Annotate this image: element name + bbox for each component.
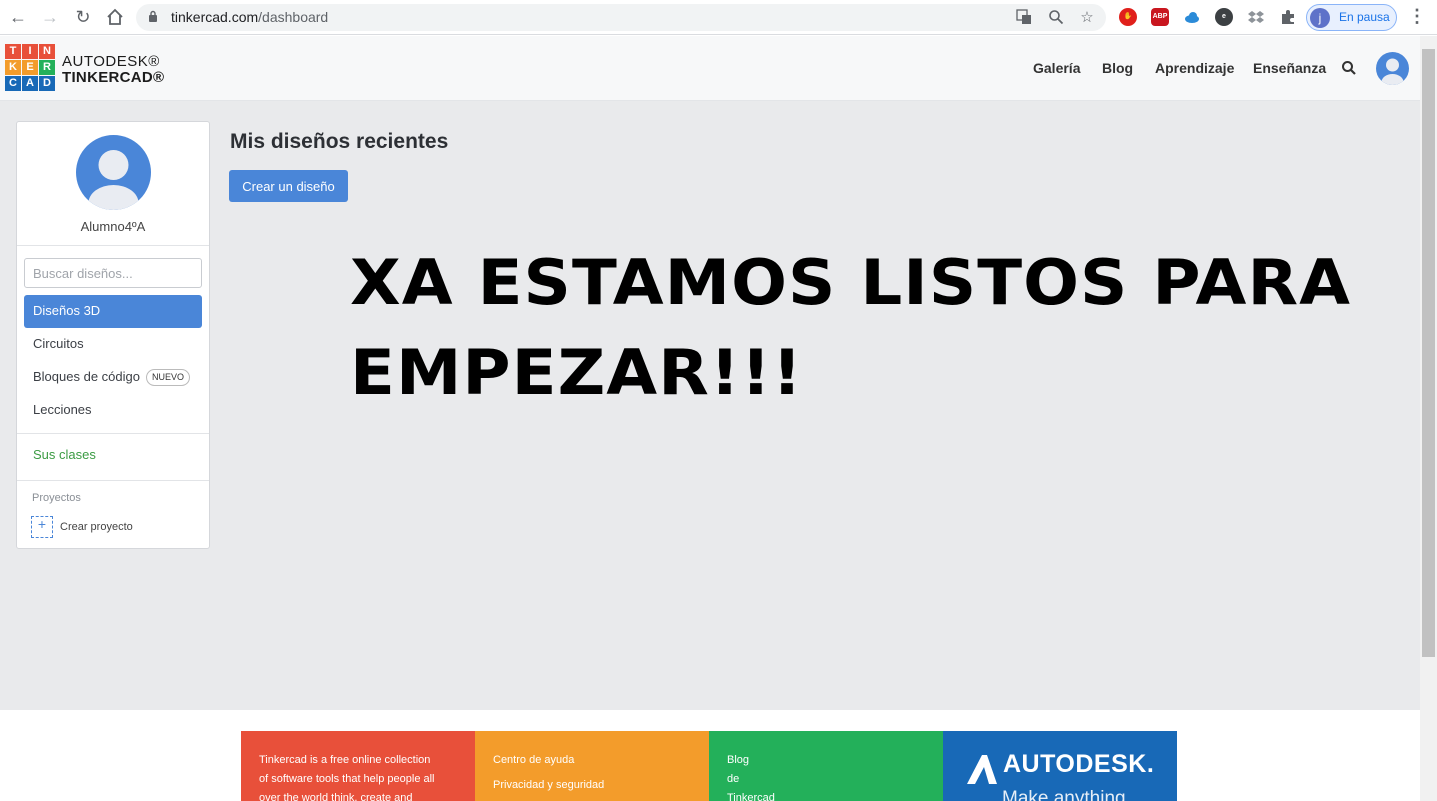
- url-text: tinkercad.com/dashboard: [171, 9, 328, 25]
- privacy-link[interactable]: Privacidad y seguridad: [493, 776, 691, 795]
- onedrive-icon[interactable]: [1183, 8, 1201, 26]
- logo-letter: C: [5, 76, 21, 91]
- sidebar-item-circuitos[interactable]: Circuitos: [24, 328, 202, 361]
- profile-avatar: j: [1310, 8, 1330, 28]
- divider: [17, 480, 209, 481]
- nav-aprendizaje[interactable]: Aprendizaje: [1155, 60, 1234, 76]
- bookmark-star-icon[interactable]: ☆: [1078, 9, 1096, 27]
- adblock-stop-icon[interactable]: ✋: [1119, 8, 1137, 26]
- page-scrollbar[interactable]: [1420, 36, 1437, 801]
- footer-autodesk[interactable]: AUTODESK. Make anything: [943, 731, 1177, 801]
- reload-icon[interactable]: ↻: [72, 6, 94, 28]
- logo-letter: R: [39, 60, 55, 75]
- browser-toolbar: ← → ↻ tinkercad.com/dashboard ☆ ✋ ABP e …: [0, 0, 1437, 35]
- username: Alumno4ºA: [80, 219, 146, 234]
- projects-label: Proyectos: [32, 492, 81, 504]
- abp-icon[interactable]: ABP: [1151, 8, 1169, 26]
- plus-icon[interactable]: +: [31, 516, 53, 538]
- nav-blog[interactable]: Blog: [1102, 60, 1133, 76]
- address-bar[interactable]: tinkercad.com/dashboard ☆: [136, 4, 1106, 31]
- brand-autodesk: AUTODESK®: [62, 53, 160, 70]
- create-design-button[interactable]: Crear un diseño: [229, 170, 348, 202]
- profile-button[interactable]: j En pausa: [1306, 4, 1397, 31]
- logo-letter: K: [5, 60, 21, 75]
- logo-letter: N: [39, 44, 55, 59]
- user-avatar-icon[interactable]: [1376, 52, 1409, 85]
- url-path: /dashboard: [258, 9, 329, 25]
- nav-galeria[interactable]: Galería: [1033, 60, 1080, 76]
- profile-avatar-large[interactable]: [76, 135, 151, 210]
- scrollbar-thumb[interactable]: [1422, 49, 1435, 657]
- site-header: T I N K E R C A D AUTODESK® TINKERCAD® G…: [0, 36, 1420, 101]
- search-icon[interactable]: [1341, 60, 1357, 76]
- overlay-message: XA ESTAMOS LISTOS PARA EMPEZAR!!!: [350, 238, 1421, 418]
- overlay-line: XA ESTAMOS LISTOS PARA: [350, 246, 1352, 319]
- logo-letter: I: [22, 44, 38, 59]
- help-center-link[interactable]: Centro de ayuda: [493, 751, 691, 770]
- footer-help: Centro de ayuda Privacidad y seguridad: [475, 731, 709, 801]
- footer-about: Tinkercad is a free online collection of…: [241, 731, 475, 801]
- sidebar-item-lecciones[interactable]: Lecciones: [24, 394, 202, 427]
- sidebar: Alumno4ºA Diseños 3D Circuitos Bloques d…: [16, 121, 210, 549]
- new-badge: NUEVO: [145, 369, 190, 386]
- overlay-line: EMPEZAR!!!: [350, 336, 804, 409]
- footer-blog: Blog de Tinkercad: [709, 731, 943, 801]
- home-icon[interactable]: [104, 6, 126, 28]
- search-designs-input[interactable]: [24, 258, 202, 288]
- brand-tinkercad: TINKERCAD®: [62, 69, 165, 86]
- logo-letter: E: [22, 60, 38, 75]
- divider: [17, 245, 209, 246]
- sidebar-item-disenos-3d[interactable]: Diseños 3D: [24, 295, 202, 328]
- classes-link[interactable]: Sus clases: [33, 447, 96, 462]
- logo-letter: T: [5, 44, 21, 59]
- footer: Tinkercad is a free online collection of…: [0, 710, 1420, 801]
- nav-ensenanza[interactable]: Enseñanza: [1253, 60, 1326, 76]
- tinkercad-logo[interactable]: T I N K E R C A D: [5, 44, 55, 92]
- logo-letter: D: [39, 76, 55, 91]
- footer-text: Tinkercad is a free online collection: [259, 754, 431, 766]
- logo-letter: A: [22, 76, 38, 91]
- dropbox-icon[interactable]: [1247, 8, 1265, 26]
- divider: [17, 433, 209, 434]
- footer-text: of software tools that help people all: [259, 773, 435, 785]
- autodesk-wordmark: AUTODESK.: [1003, 750, 1155, 778]
- blog-link[interactable]: de: [727, 770, 925, 789]
- zoom-icon[interactable]: [1047, 9, 1065, 27]
- create-project-link[interactable]: Crear proyecto: [60, 521, 133, 533]
- autodesk-logo-icon: [967, 755, 997, 784]
- grammar-extension-icon[interactable]: e: [1215, 8, 1233, 26]
- footer-text: over the world think, create and: [259, 792, 413, 801]
- translate-icon[interactable]: [1015, 9, 1033, 27]
- extensions-puzzle-icon[interactable]: [1279, 8, 1297, 26]
- sidebar-item-bloques[interactable]: Bloques de código NUEVO: [24, 361, 202, 394]
- blog-link[interactable]: Tinkercad: [727, 789, 925, 801]
- page-title: Mis diseños recientes: [230, 130, 449, 153]
- url-host: tinkercad.com: [171, 9, 259, 25]
- lock-icon: [149, 10, 157, 22]
- forward-icon[interactable]: →: [39, 6, 61, 28]
- blog-link[interactable]: Blog: [727, 751, 925, 770]
- autodesk-tagline: Make anything: [1002, 788, 1126, 801]
- sidebar-item-label: Bloques de código: [33, 369, 140, 384]
- profile-status: En pausa: [1339, 10, 1390, 24]
- browser-menu-icon[interactable]: ⋮: [1408, 6, 1426, 27]
- back-icon[interactable]: ←: [7, 6, 29, 28]
